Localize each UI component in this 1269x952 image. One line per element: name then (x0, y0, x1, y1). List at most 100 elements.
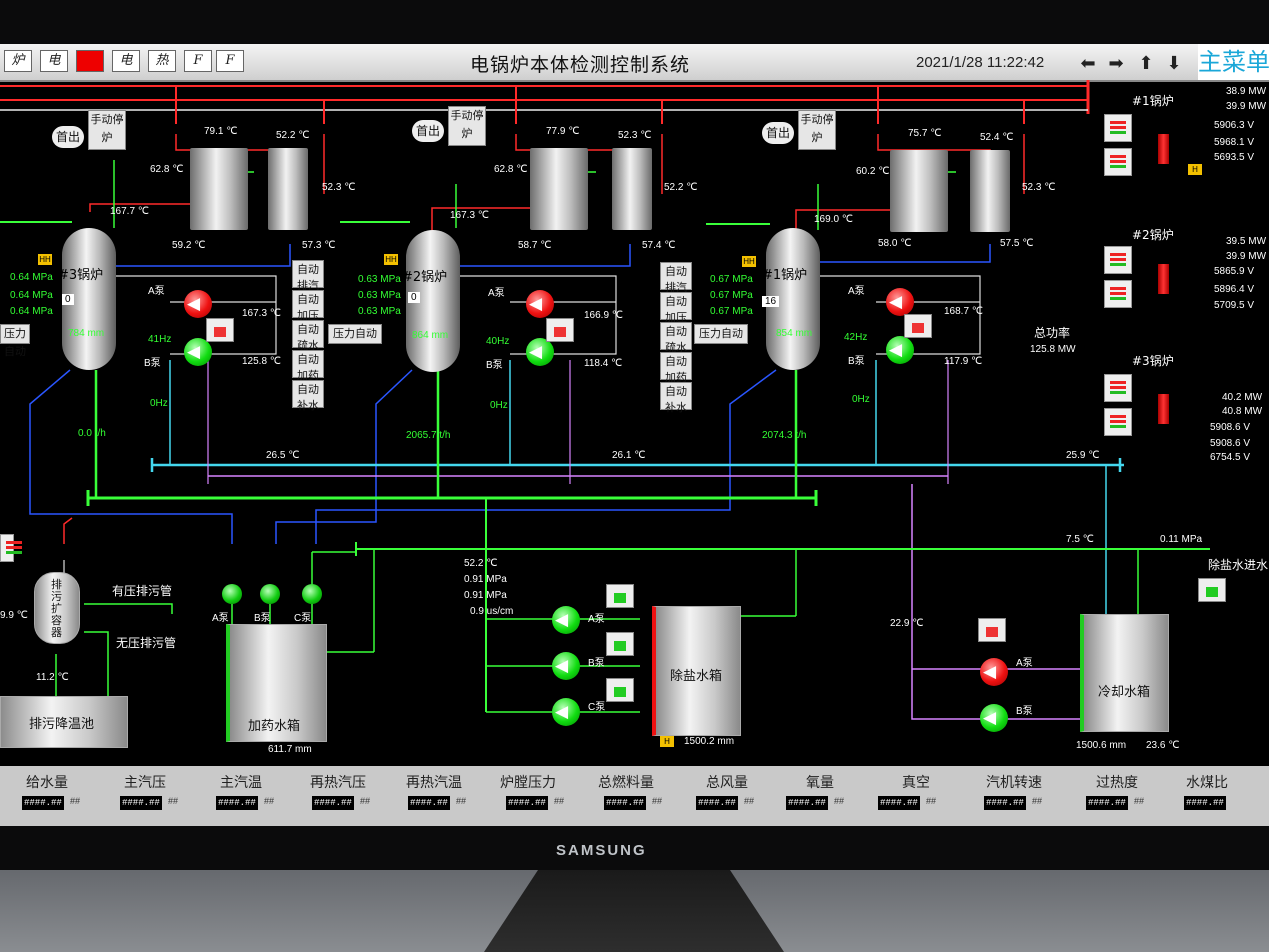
rp-b1-control-1[interactable] (1104, 114, 1132, 142)
b3-flow: 0.0 t/h (78, 428, 106, 439)
b1-temp-top-right: 52.4 ℃ (980, 132, 1014, 143)
b2-manual-stop-button[interactable]: 手动停炉 (448, 106, 486, 146)
arrow-left-icon: ◀ (187, 342, 201, 362)
demin-lock-a-icon[interactable] (606, 584, 634, 608)
b3-pump-a[interactable]: ◀ (184, 290, 212, 318)
b2-temp-top-right: 52.3 ℃ (618, 130, 652, 141)
b3-temp-low-right: 57.3 ℃ (302, 240, 336, 251)
demin-pump-b[interactable]: ◀ (552, 652, 580, 680)
monitor-brand-logo: SAMSUNG (556, 842, 647, 859)
b3-temp-top-right: 52.2 ℃ (276, 130, 310, 141)
b2-lock-icon[interactable] (546, 318, 574, 342)
b1-flow: 2074.3 t/h (762, 430, 807, 441)
b2-pressure-auto-button[interactable]: 压力自动 (328, 324, 382, 344)
cooling-pump-a[interactable]: ◀ (980, 658, 1008, 686)
rp-b2-control-2[interactable] (1104, 280, 1132, 308)
b2-pressure-2: 0.63 MPa (358, 290, 401, 301)
b3-auto-dosing-button[interactable]: 自动加药 (292, 350, 324, 382)
status-value-oxygen: ####.## (786, 796, 828, 810)
b2-flow: 2065.7 t/h (406, 430, 451, 441)
rp-b3-val-1: 40.2 MW (1222, 392, 1263, 403)
b1-pump-b-label: B泵 (848, 356, 865, 367)
status-unit-main-temp: ## (264, 796, 275, 806)
demin-pump-c[interactable]: ◀ (552, 698, 580, 726)
b3-manual-stop-button[interactable]: 手动停炉 (88, 110, 126, 150)
b2-first-out-button[interactable]: 首出 (412, 120, 444, 142)
b3-auto-vent-button[interactable]: 自动排汽 (292, 260, 324, 292)
b3-auto-drain-button[interactable]: 自动疏水 (292, 320, 324, 352)
b3-pressure-auto-button[interactable]: 压力自动 (0, 324, 30, 358)
unpressurized-drain-label: 无压排污管 (116, 636, 177, 650)
b1-manual-stop-button[interactable]: 手动停炉 (798, 110, 836, 150)
b1-level: 854 mm (776, 328, 813, 339)
b3-pump-b[interactable]: ◀ (184, 338, 212, 366)
status-unit-feedwater: ## (70, 796, 81, 806)
sewage-control-button[interactable] (0, 534, 22, 562)
b1-heat-exchanger-a (890, 150, 948, 232)
b2-auto-vent-button[interactable]: 自动排汽 (660, 262, 692, 294)
cooling-pump-b[interactable]: ◀ (980, 704, 1008, 732)
b3-auto-makeup-button[interactable]: 自动补水 (292, 380, 324, 412)
sewage-expansion-vessel-label: 排污扩容器 (51, 578, 62, 639)
b2-pump-a-label: A泵 (488, 288, 505, 299)
b1-lock-icon[interactable] (904, 314, 932, 338)
arrow-left-icon: ◀ (555, 610, 569, 630)
status-unit-furnace-pressure: ## (554, 796, 565, 806)
arrow-left-icon: ◀ (555, 702, 569, 722)
b3-setpoint-box[interactable]: 0 (62, 294, 74, 305)
status-value-total-fuel: ####.## (604, 796, 646, 810)
rp-b2-control-1[interactable] (1104, 246, 1132, 274)
status-value-feedwater: ####.## (22, 796, 64, 810)
dosing-tank-label: 加药水箱 (248, 719, 301, 734)
b2-pump-b-label: B泵 (486, 360, 503, 371)
b3-lock-icon[interactable] (206, 318, 234, 342)
rp-b3-val-2: 40.8 MW (1222, 406, 1263, 417)
b3-auto-pressurize-button[interactable]: 自动加压 (292, 290, 324, 322)
cooling-tank-label: 冷却水箱 (1098, 685, 1151, 700)
b3-pressure-1: 0.64 MPa (10, 272, 53, 283)
b1-pump-a[interactable]: ◀ (886, 288, 914, 316)
b2-auto-dosing-button[interactable]: 自动加药 (660, 352, 692, 384)
b1-pump-b[interactable]: ◀ (886, 336, 914, 364)
arrow-left-icon: ◀ (529, 294, 543, 314)
rp-b1-control-2[interactable] (1104, 148, 1132, 176)
demin-pump-a[interactable]: ◀ (552, 606, 580, 634)
demin-h-alarm: H (660, 736, 674, 747)
b1-first-out-button[interactable]: 首出 (762, 122, 794, 144)
rp-b1-val-2: 39.9 MW (1226, 101, 1267, 112)
b1-pressure-auto-button[interactable]: 压力自动 (694, 324, 748, 344)
b2-pump-a[interactable]: ◀ (526, 290, 554, 318)
cooling-lock-icon[interactable] (978, 618, 1006, 642)
dosing-pump-c[interactable] (302, 584, 322, 604)
b2-pressure-3: 0.63 MPa (358, 306, 401, 317)
cooling-pump-a-label: A泵 (1016, 658, 1033, 669)
b3-freq-a: 41Hz (148, 334, 172, 345)
b2-return-temp-b: 118.4 ℃ (584, 358, 623, 369)
total-power-label: 总功率 (1034, 326, 1071, 340)
b3-first-out-button[interactable]: 首出 (52, 126, 84, 148)
b2-drum-label: #2锅炉 (402, 270, 448, 285)
b1-temp-left: 60.2 ℃ (856, 166, 890, 177)
b2-auto-drain-button[interactable]: 自动疏水 (660, 322, 692, 354)
dosing-pump-b[interactable] (260, 584, 280, 604)
demin-lock-c-icon[interactable] (606, 678, 634, 702)
b2-auto-makeup-button[interactable]: 自动补水 (660, 382, 692, 414)
rp-b3-control-2[interactable] (1104, 408, 1132, 436)
b2-auto-pressurize-button[interactable]: 自动加压 (660, 292, 692, 324)
b1-temp-low-right: 57.5 ℃ (1000, 238, 1034, 249)
b2-pump-b[interactable]: ◀ (526, 338, 554, 366)
b3-heat-exchanger-a (190, 148, 248, 230)
b1-setpoint-box[interactable]: 16 (762, 296, 780, 307)
rp-b3-power-bar (1158, 394, 1169, 424)
b2-setpoint-box[interactable]: 0 (408, 292, 420, 303)
dosing-pump-a[interactable] (222, 584, 242, 604)
b3-pump-a-label: A泵 (148, 286, 165, 297)
arrow-left-icon: ◀ (555, 656, 569, 676)
status-unit-vacuum: ## (926, 796, 937, 806)
rp-b3-control-1[interactable] (1104, 374, 1132, 402)
status-unit-superheat: ## (1134, 796, 1145, 806)
inlet-lock-icon[interactable] (1198, 578, 1226, 602)
status-value-reheat-temp: ####.## (408, 796, 450, 810)
status-label-feedwater: 给水量 (26, 775, 68, 791)
demin-lock-b-icon[interactable] (606, 632, 634, 656)
